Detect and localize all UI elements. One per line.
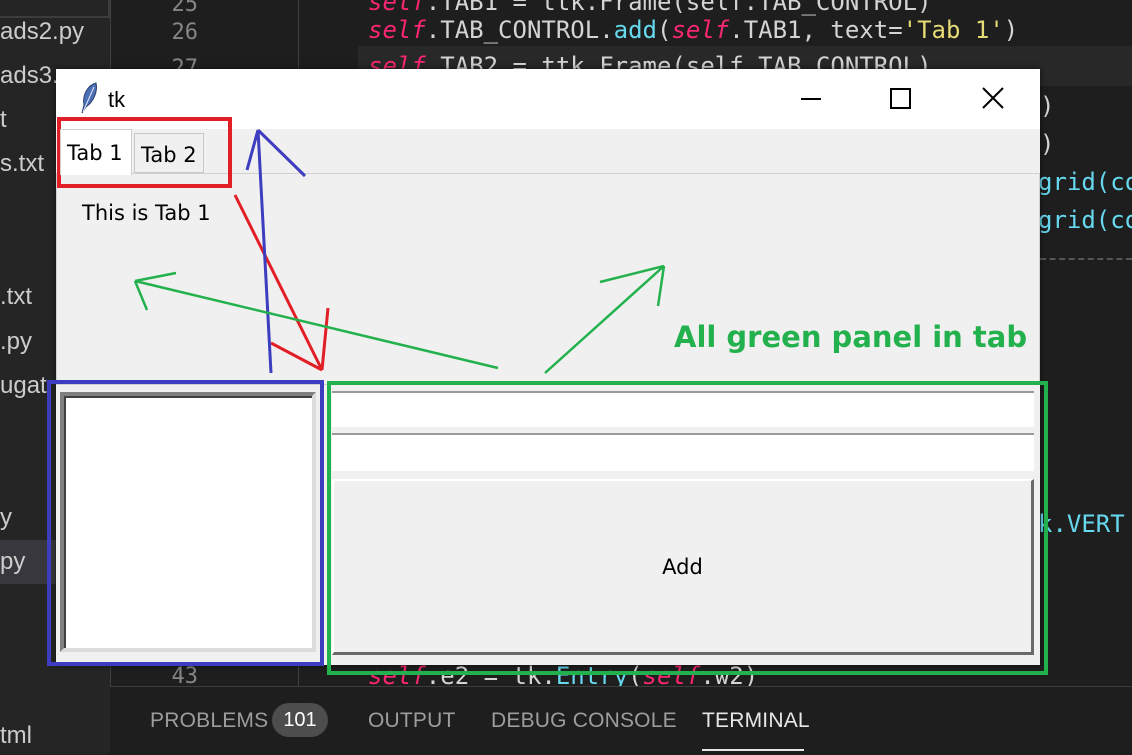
minimize-button[interactable] [786, 79, 836, 119]
close-icon [982, 87, 1004, 109]
explorer-item[interactable]: t [0, 106, 7, 134]
listbox[interactable] [60, 392, 316, 652]
explorer-item[interactable]: .py [0, 328, 32, 356]
code-text: .TAB1 = ttk.Frame(self.TAB_CONTROL) [425, 0, 932, 16]
explorer-item[interactable]: s.txt [0, 150, 44, 178]
code-function: add [613, 16, 657, 44]
tab-1[interactable]: Tab 1 [60, 129, 132, 175]
tab-content-label: This is Tab 1 [82, 201, 211, 225]
line-number: 26 [171, 20, 199, 45]
code-text: ( [657, 16, 672, 44]
code-line-25: self.TAB1 = ttk.Frame(self.TAB_CONTROL) [368, 0, 932, 16]
editor-ruler [1040, 258, 1132, 260]
code-keyword: self [671, 16, 730, 44]
tk-window: tk Tab 1 Tab 2 This is Tab 1 Add [56, 69, 1040, 665]
explorer-item[interactable]: .txt [0, 283, 32, 311]
window-title: tk [108, 87, 126, 112]
line-number: 25 [171, 0, 199, 17]
active-tab-indicator [702, 749, 804, 751]
add-button[interactable]: Add [332, 479, 1034, 655]
annotation-text: All green panel in tab [674, 320, 1028, 354]
explorer-item[interactable]: ads3. [0, 62, 59, 90]
tab-output[interactable]: OUTPUT [368, 709, 456, 733]
code-text: .TAB1, text= [729, 16, 903, 44]
explorer-item[interactable]: y [0, 504, 12, 532]
window-titlebar[interactable]: tk [56, 69, 1040, 129]
listbox-bevel [64, 396, 312, 648]
bottom-panel: PROBLEMS 101 OUTPUT DEBUG CONSOLE TERMIN… [110, 686, 1132, 755]
explorer-header [0, 0, 110, 18]
code-fragment: ) [1040, 92, 1055, 120]
code-fragment: grid(co [1038, 206, 1132, 234]
code-keyword: self [368, 0, 426, 16]
maximize-button[interactable] [876, 79, 926, 119]
code-fragment: grid(co [1038, 168, 1132, 196]
code-string: 'Tab 1' [902, 16, 1004, 44]
tab-debug-console[interactable]: DEBUG CONSOLE [491, 709, 677, 733]
tab-problems[interactable]: PROBLEMS [150, 709, 268, 733]
code-line-26: self.TAB_CONTROL.add(self.TAB1, text='Ta… [368, 16, 1018, 44]
code-text: ) [1003, 16, 1019, 44]
entry-field-2[interactable] [332, 433, 1034, 471]
code-keyword: self [368, 16, 426, 44]
code-fragment: ) [1040, 130, 1055, 158]
entry-field-1[interactable] [332, 391, 1034, 427]
tab-terminal[interactable]: TERMINAL [702, 709, 810, 733]
maximize-icon [890, 88, 911, 109]
code-text: .TAB_CONTROL. [425, 16, 614, 44]
explorer-item[interactable]: ugat [0, 372, 47, 400]
problems-count-badge: 101 [272, 703, 328, 737]
tab-2[interactable]: Tab 2 [134, 133, 204, 173]
code-fragment: k.VERT [1038, 510, 1125, 538]
close-button[interactable] [968, 79, 1018, 119]
explorer-item[interactable]: ads2.py [0, 18, 84, 46]
explorer-item[interactable]: tml [0, 722, 32, 750]
tk-feather-icon [81, 82, 97, 114]
